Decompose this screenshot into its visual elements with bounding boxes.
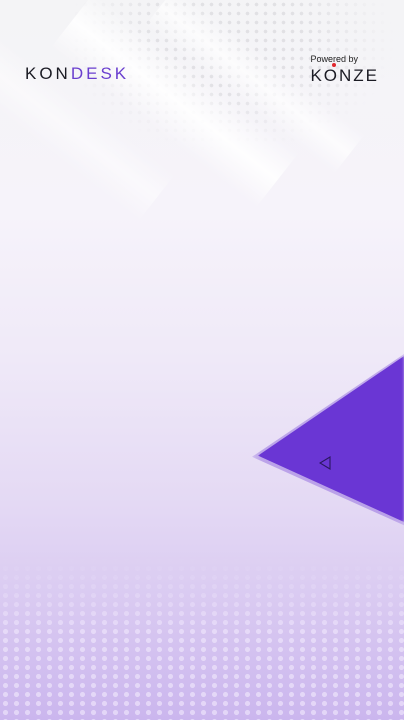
splash-screen: { "header": { "brand_prefix": "KON", "br… [0,0,404,720]
side-collapse-tab[interactable] [252,350,404,528]
powered-by-label: Powered by [310,54,358,64]
kondesk-logo: KONDESK [25,64,129,84]
background-dots-bottom [0,555,404,720]
back-triangle-icon [319,456,331,470]
powered-by-block: Powered by KONZE [310,54,379,86]
konze-logo-text: KONZE [310,66,379,85]
konze-logo: KONZE [310,63,379,86]
logo-text-prefix: KON [25,64,71,83]
logo-text-suffix: DESK [70,64,130,83]
